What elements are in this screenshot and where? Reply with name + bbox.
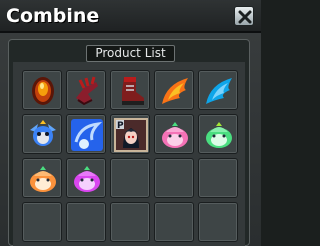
product-slot-empty[interactable] <box>110 202 150 242</box>
combine-window: Combine Product List P <box>0 0 261 246</box>
fire-gem-icon <box>32 77 54 105</box>
orange-slime-icon <box>30 166 56 192</box>
portrait-badge: P <box>117 121 124 131</box>
product-slot-empty[interactable] <box>22 202 62 242</box>
product-slot-red-gloves[interactable] <box>66 70 106 110</box>
product-slot-wind-orb[interactable] <box>66 114 106 154</box>
product-slot-empty[interactable] <box>110 158 150 198</box>
red-boots-icon <box>122 77 144 105</box>
ice-wing-icon <box>206 78 232 104</box>
product-slot-portrait-card[interactable]: P <box>110 114 150 154</box>
portrait-card-icon: P <box>114 118 148 152</box>
product-slot-magenta-slime[interactable] <box>66 158 106 198</box>
close-button[interactable] <box>234 6 254 26</box>
product-slot-empty[interactable] <box>154 158 194 198</box>
title-bar[interactable]: Combine <box>0 0 261 33</box>
red-claw-gloves-icon <box>76 76 98 106</box>
product-slot-pink-slime[interactable] <box>154 114 194 154</box>
product-slot-empty[interactable] <box>198 158 238 198</box>
product-slot-empty[interactable] <box>154 202 194 242</box>
product-slot-blue-dragon[interactable] <box>22 114 62 154</box>
product-slot-fire-gem[interactable] <box>22 70 62 110</box>
product-slot-orange-slime[interactable] <box>22 158 62 198</box>
product-slot-flame-wing[interactable] <box>154 70 194 110</box>
flame-wing-icon <box>162 78 188 104</box>
close-icon <box>238 10 252 24</box>
product-slot-empty[interactable] <box>66 202 106 242</box>
wind-orb-icon <box>71 119 103 151</box>
product-slot-empty[interactable] <box>198 202 238 242</box>
product-slot-red-boots[interactable] <box>110 70 150 110</box>
green-slime-icon <box>206 122 232 148</box>
product-list-header: Product List <box>86 45 175 62</box>
blue-dragon-pet-icon <box>30 120 56 146</box>
product-slot-ice-wing[interactable] <box>198 70 238 110</box>
magenta-slime-icon <box>74 166 100 192</box>
pink-slime-icon <box>162 122 188 148</box>
window-title: Combine <box>6 5 100 27</box>
product-slot-green-slime[interactable] <box>198 114 238 154</box>
